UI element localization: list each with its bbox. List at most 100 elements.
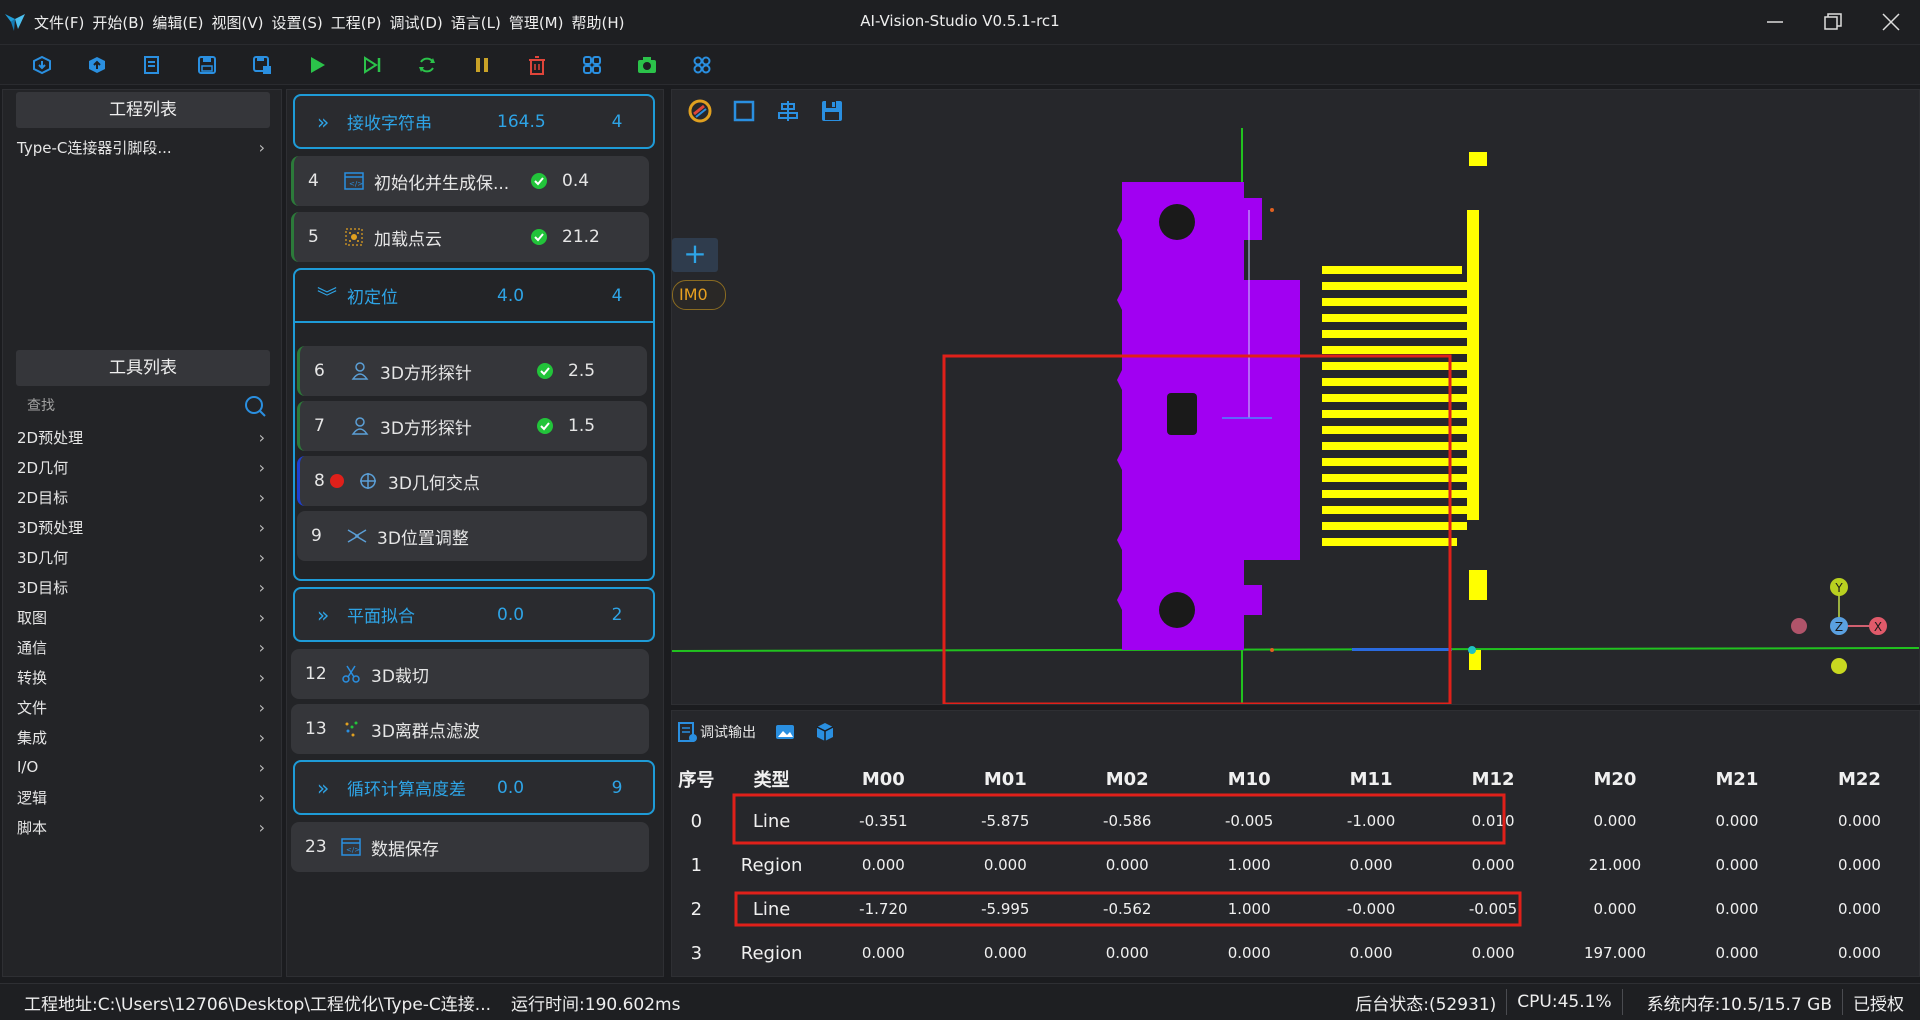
point-cloud-icon xyxy=(340,226,368,248)
tool-grid-button[interactable] xyxy=(564,48,619,82)
restore-button[interactable] xyxy=(1804,0,1862,44)
cell: 0 xyxy=(690,810,703,832)
camera-button[interactable] xyxy=(619,48,674,82)
cell: 197.000 xyxy=(1583,944,1646,962)
export-button[interactable] xyxy=(69,48,124,82)
flow-group-receive-string[interactable]: » 接收字符串 164.5 4 xyxy=(293,94,655,149)
tool-category-3d-preprocess[interactable]: 3D预处理 › xyxy=(17,514,265,540)
tool-category-file[interactable]: 文件 › xyxy=(17,694,265,720)
flow-node-4[interactable]: 4 </> 初始化并生成保... 0.4 xyxy=(291,156,649,206)
step-run-button[interactable] xyxy=(344,48,399,82)
cube-icon xyxy=(816,723,834,741)
tool-category-communication[interactable]: 通信 › xyxy=(17,634,265,660)
flow-node-13[interactable]: 13 3D离群点滤波 xyxy=(291,704,649,754)
double-chevron-right-icon: » xyxy=(317,775,330,800)
status-license: 已授权 xyxy=(1853,994,1904,1015)
chevron-right-icon: › xyxy=(258,457,265,477)
tool-category-2d-target[interactable]: 2D目标 › xyxy=(17,484,265,510)
tab-debug-output[interactable]: 调试输出 xyxy=(676,721,756,743)
minimize-icon xyxy=(1767,21,1783,23)
svg-text:</>: </> xyxy=(346,846,360,854)
table-row[interactable]: 3 Region 0.000 0.000 0.000 0.000 0.000 0… xyxy=(672,931,1920,975)
flow-group-loop-height-diff[interactable]: » 循环计算高度差 0.0 9 xyxy=(293,760,655,815)
run-button[interactable] xyxy=(289,48,344,82)
chevron-right-icon: › xyxy=(258,577,265,597)
group-count: 4 xyxy=(611,111,623,132)
tool-category-3d-target[interactable]: 3D目标 › xyxy=(17,574,265,600)
close-button[interactable] xyxy=(1862,0,1920,44)
flow-group-initial-locate-header[interactable]: ︾ 初定位 4.0 4 xyxy=(295,270,653,323)
tool-category-acquire[interactable]: 取图 › xyxy=(17,604,265,630)
node-name: 3D几何交点 xyxy=(388,473,480,494)
main-toolbar xyxy=(0,44,1920,85)
node-name: 3D裁切 xyxy=(371,666,429,687)
search-icon[interactable] xyxy=(243,394,267,418)
tool-category-integration[interactable]: 集成 › xyxy=(17,724,265,750)
menu-settings[interactable]: 设置(S) xyxy=(268,12,327,33)
flow-node-7[interactable]: 7 3D方形探针 1.5 xyxy=(297,401,647,451)
col-header: 序号 xyxy=(678,770,715,791)
chevron-right-icon: › xyxy=(258,547,265,567)
flow-node-9[interactable]: 9 3D位置调整 xyxy=(297,511,647,561)
save-as-button[interactable] xyxy=(234,48,289,82)
pause-button[interactable] xyxy=(454,48,509,82)
flow-node-8[interactable]: 8 3D几何交点 xyxy=(297,456,647,506)
project-item[interactable]: Type-C连接器引脚段... › xyxy=(17,134,265,160)
flow-node-6[interactable]: 6 3D方形探针 2.5 xyxy=(297,346,647,396)
tool-category-label: 3D预处理 xyxy=(17,518,84,537)
group-time: 164.5 xyxy=(497,111,546,132)
tool-search-input[interactable] xyxy=(17,398,217,414)
chevron-right-icon: › xyxy=(258,787,265,807)
menu-help[interactable]: 帮助(H) xyxy=(567,12,628,33)
tool-category-2d-preprocess[interactable]: 2D预处理 › xyxy=(17,424,265,450)
status-run-time: 运行时间:190.602ms xyxy=(511,994,681,1015)
menu-project[interactable]: 工程(P) xyxy=(327,12,386,33)
table-row[interactable]: 2 Line -1.720 -5.995 -0.562 1.000 -0.000… xyxy=(672,887,1920,931)
new-project-button[interactable] xyxy=(124,48,179,82)
col-header: M12 xyxy=(1471,768,1515,790)
layout-grid-button[interactable] xyxy=(674,48,729,82)
minimize-button[interactable] xyxy=(1746,0,1804,44)
cell: -1.720 xyxy=(859,900,908,918)
tab-3d-output[interactable] xyxy=(814,721,836,743)
menu-file[interactable]: 文件(F) xyxy=(30,12,88,33)
check-circle-icon xyxy=(530,362,560,380)
tool-category-label: 2D目标 xyxy=(17,488,69,507)
delete-button[interactable] xyxy=(509,48,564,82)
cell: 0.000 xyxy=(861,856,905,874)
tool-category-io[interactable]: I/O › xyxy=(17,754,265,780)
loop-run-button[interactable] xyxy=(399,48,454,82)
flow-node-5[interactable]: 5 加载点云 21.2 xyxy=(291,212,649,262)
menu-edit[interactable]: 编辑(E) xyxy=(148,12,207,33)
step-run-icon xyxy=(363,55,380,74)
probe-icon xyxy=(346,415,374,437)
menu-manage[interactable]: 管理(M) xyxy=(505,12,568,33)
table-row[interactable]: 0 Line -0.351 -5.875 -0.586 -0.005 -1.00… xyxy=(672,799,1920,843)
project-item-label: Type-C连接器引脚段... xyxy=(17,138,172,157)
tool-category-convert[interactable]: 转换 › xyxy=(17,664,265,690)
tool-category-logic[interactable]: 逻辑 › xyxy=(17,784,265,810)
table-row[interactable]: 1 Region 0.000 0.000 0.000 1.000 0.000 0… xyxy=(672,843,1920,887)
axis-x-label: X xyxy=(1874,620,1882,634)
tool-category-2d-geometry[interactable]: 2D几何 › xyxy=(17,454,265,480)
import-button[interactable] xyxy=(14,48,69,82)
flow-node-23[interactable]: 23 </> 数据保存 xyxy=(291,822,649,872)
menu-debug[interactable]: 调试(D) xyxy=(385,12,446,33)
menu-start[interactable]: 开始(B) xyxy=(88,12,148,33)
menu-language[interactable]: 语言(L) xyxy=(447,12,505,33)
menu-view[interactable]: 视图(V) xyxy=(208,12,268,33)
point-cloud-viewer[interactable]: + IM0 Y X Z xyxy=(671,89,1920,705)
point-cloud-render: Y X Z xyxy=(672,128,1919,704)
cell: Line xyxy=(752,898,791,920)
flow-group-plane-fit[interactable]: » 平面拟合 0.0 2 xyxy=(293,587,655,642)
tab-image-output[interactable] xyxy=(774,721,796,743)
left-panel: 工程列表 Type-C连接器引脚段... › 工具列表 2D预处理 › 2D几何 ›… xyxy=(2,89,282,977)
position-adjust-icon xyxy=(343,525,371,547)
tool-category-script[interactable]: 脚本 › xyxy=(17,814,265,840)
tool-category-3d-geometry[interactable]: 3D几何 › xyxy=(17,544,265,570)
flow-node-12[interactable]: 12 3D裁切 xyxy=(291,649,649,699)
group-name: 循环计算高度差 xyxy=(347,780,466,800)
node-index: 7 xyxy=(314,416,325,436)
scissors-icon xyxy=(337,663,365,685)
save-button[interactable] xyxy=(179,48,234,82)
